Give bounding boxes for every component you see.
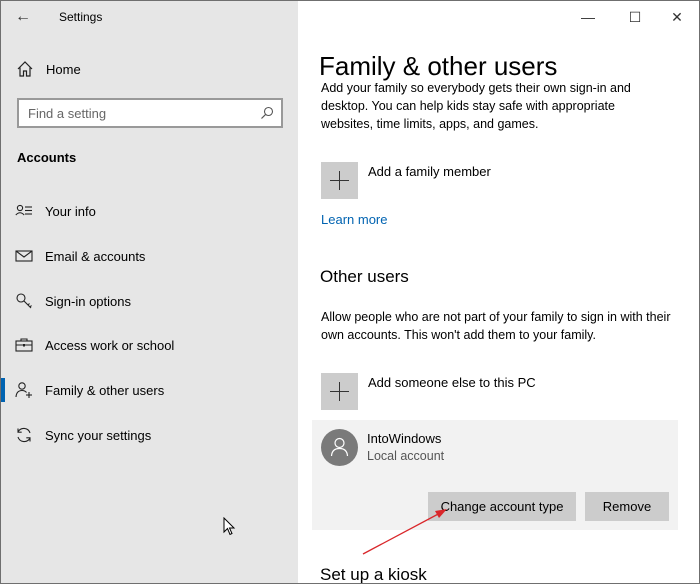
search-icon[interactable] [260,106,274,120]
family-description-text: Add your family so everybody gets their … [321,83,631,131]
sidebar-item-your-info[interactable]: Your info [1,195,298,227]
user-account-type: Local account [367,449,445,463]
avatar [321,429,358,466]
user-name: IntoWindows [367,431,442,446]
sidebar-item-family-other-users[interactable]: Family & other users [1,374,298,406]
learn-more-link[interactable]: Learn more [321,212,387,227]
briefcase-icon [15,338,33,352]
other-users-description: Allow people who are not part of your fa… [321,310,671,342]
close-button[interactable]: ✕ [656,1,698,33]
home-label: Home [46,62,81,77]
sidebar-item-sign-in-options[interactable]: Sign-in options [1,285,298,317]
search-input[interactable]: Find a setting [17,98,283,128]
sync-icon [17,427,31,443]
other-users-heading: Other users [320,267,409,286]
key-icon [16,293,32,309]
page-title: Family & other users [319,51,558,81]
add-someone-else-label: Add someone else to this PC [368,375,536,390]
settings-window: ← Settings Home Find a setting Accounts [0,0,700,584]
title-bar: ← Settings [1,1,298,33]
user-card[interactable]: IntoWindows Local account Change account… [312,420,678,530]
person-add-icon [15,382,32,398]
section-label-accounts: Accounts [17,150,77,165]
user-avatar-icon [330,437,349,457]
person-list-icon [15,204,32,216]
add-family-member-label: Add a family member [368,164,491,179]
kiosk-heading: Set up a kiosk [320,565,427,584]
sidebar-item-email-accounts[interactable]: Email & accounts [1,240,298,272]
minimize-button[interactable]: — [567,1,609,33]
home-icon [17,61,33,77]
sidebar-item-access-work[interactable]: Access work or school [1,329,298,361]
sidebar-item-label: Access work or school [45,338,175,353]
sidebar-item-label: Sign-in options [45,294,131,309]
app-title: Settings [59,10,103,24]
add-family-member-button[interactable]: Add a family member [321,162,681,200]
sidebar-item-label: Family & other users [45,383,165,398]
active-indicator [1,378,5,402]
home-link[interactable]: Home [1,56,298,84]
sidebar-item-sync-settings[interactable]: Sync your settings [1,419,298,451]
search-placeholder: Find a setting [28,106,107,121]
remove-button[interactable]: Remove [585,492,669,521]
change-account-type-button[interactable]: Change account type [428,492,576,521]
sidebar-item-label: Email & accounts [45,249,146,264]
maximize-button[interactable]: ☐ [614,1,656,33]
back-button[interactable]: ← [11,7,35,27]
sidebar-item-label: Sync your settings [45,428,152,443]
main-content: — ☐ ✕ Family & other users Add your fami… [298,1,699,584]
add-someone-else-button[interactable]: Add someone else to this PC [321,373,681,411]
sidebar: ← Settings Home Find a setting Accounts [1,1,298,583]
sidebar-item-label: Your info [45,204,96,219]
mouse-cursor-icon [223,517,236,536]
envelope-icon [15,250,33,262]
plus-icon [321,373,358,410]
family-description: Add your family so everybody gets their … [321,83,661,135]
plus-icon [321,162,358,199]
